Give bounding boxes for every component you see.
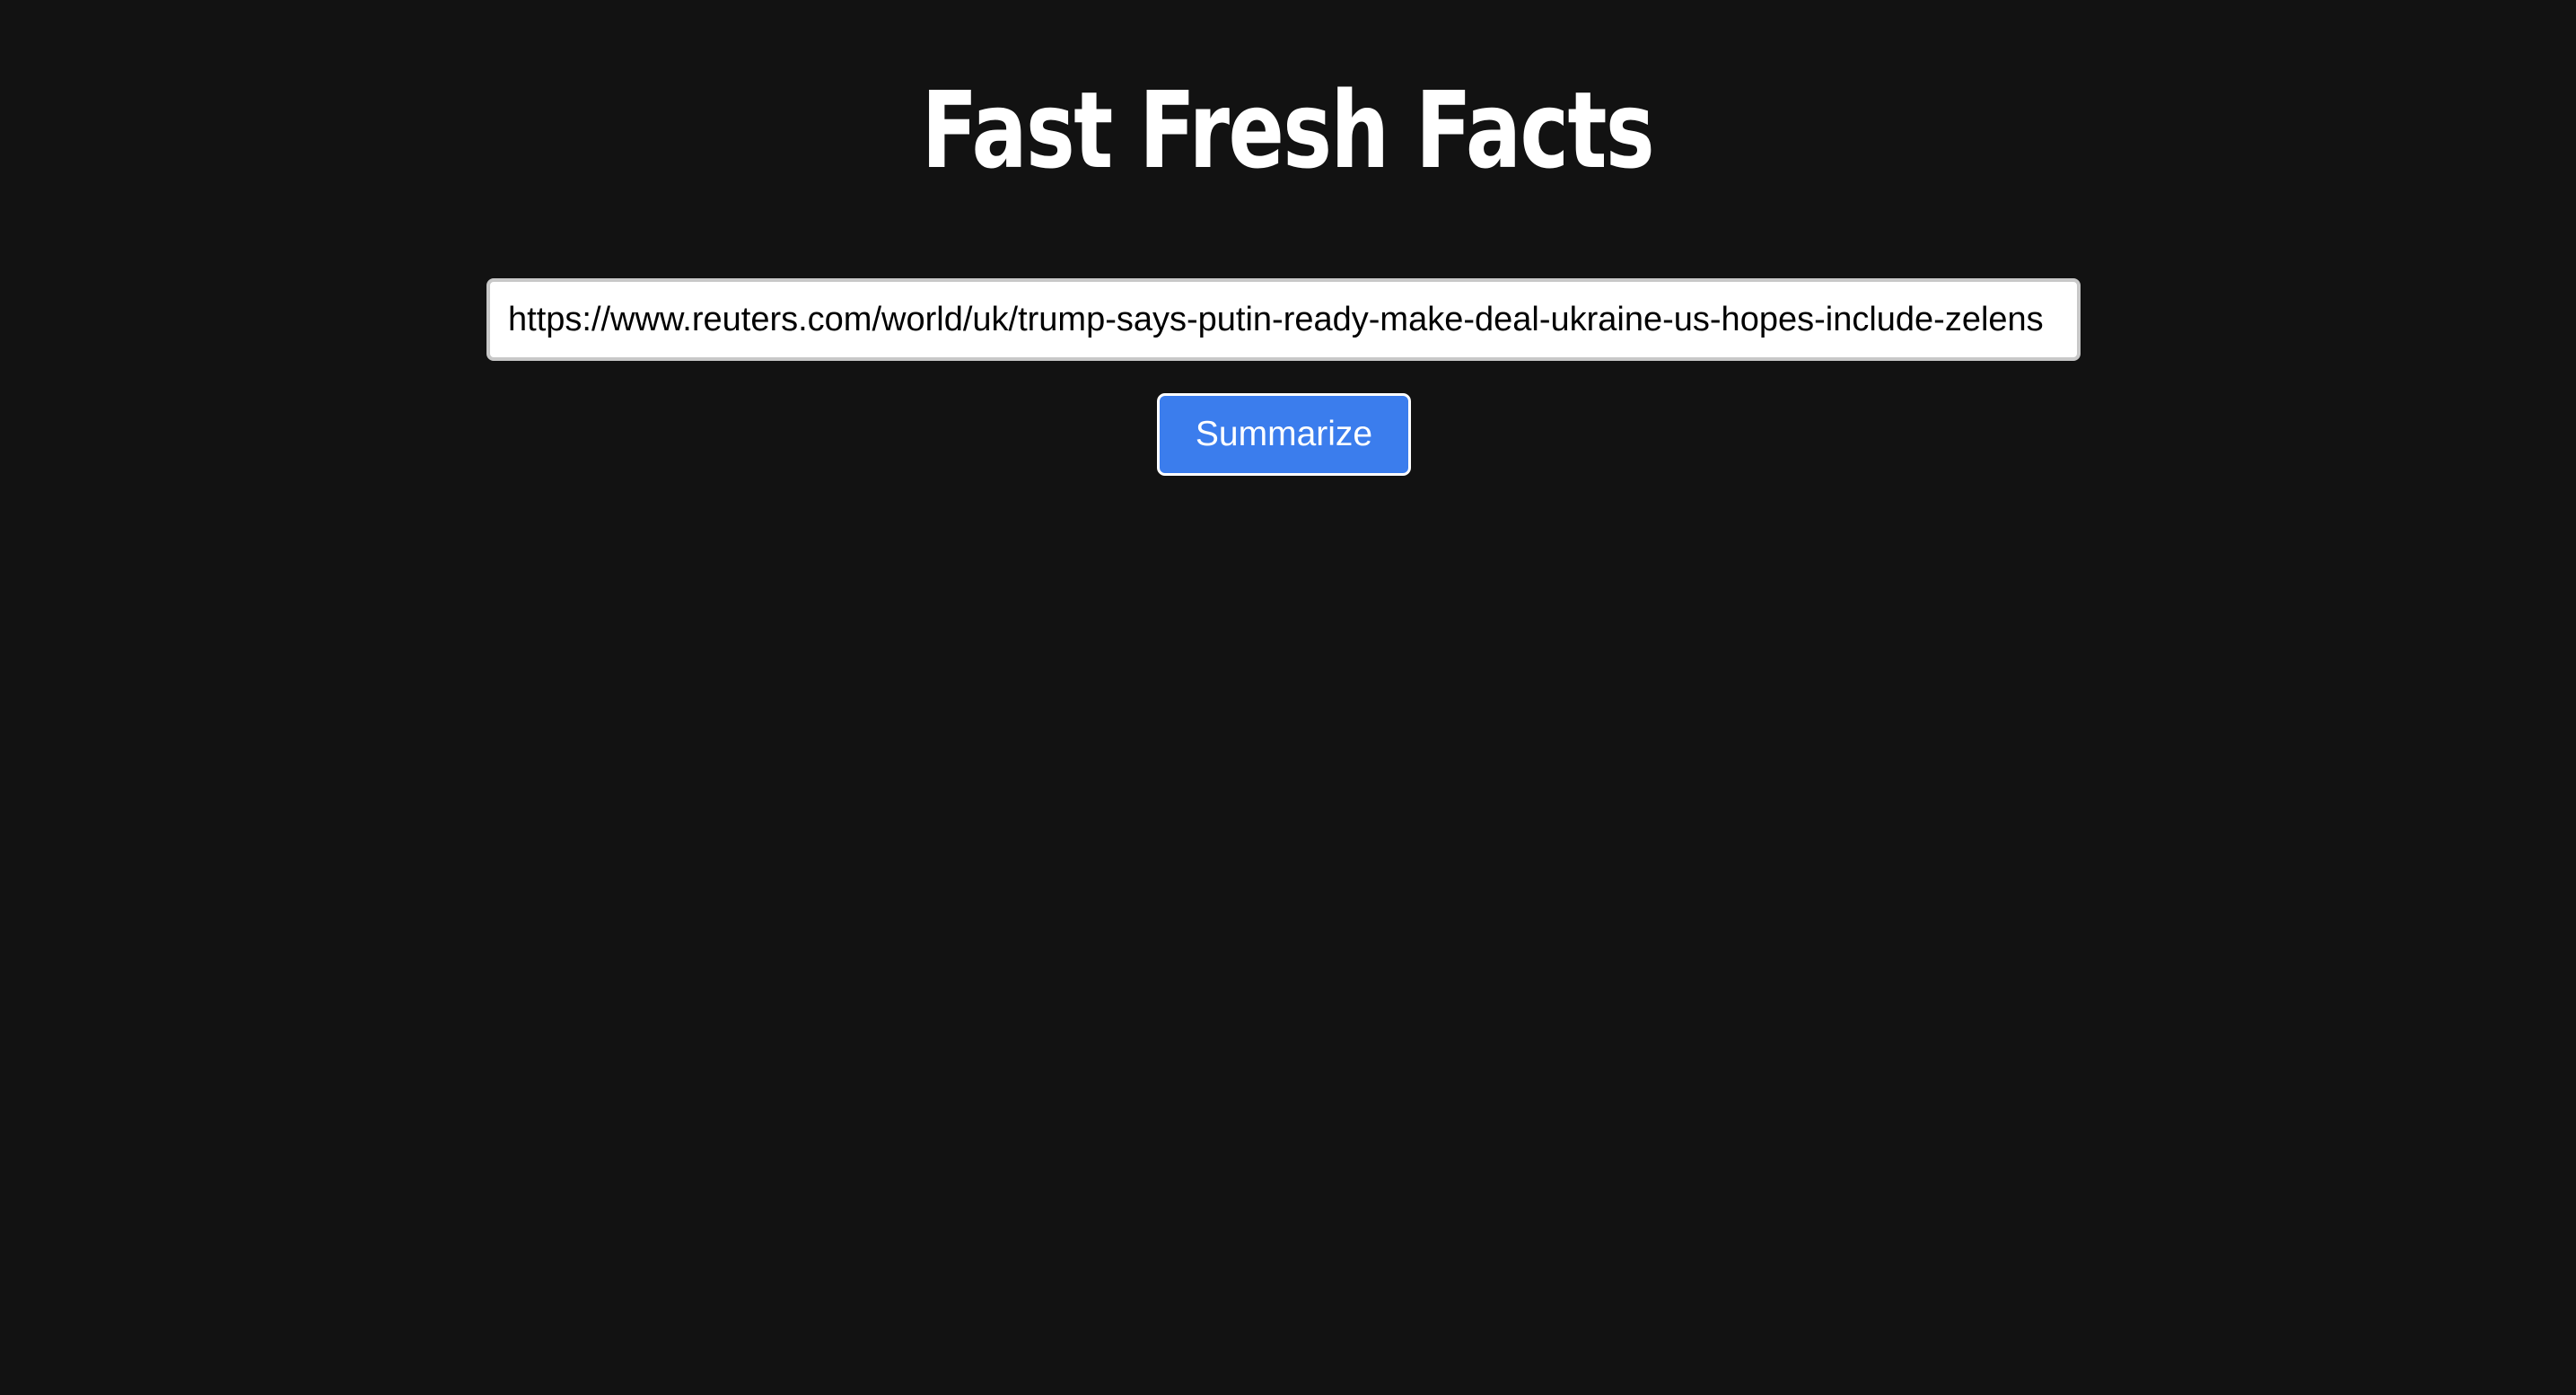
- summarize-button[interactable]: Summarize: [1157, 393, 1411, 476]
- page-title: Fast Fresh Facts: [921, 68, 1655, 192]
- app-page: Fast Fresh Facts Summarize: [0, 0, 2576, 1395]
- url-input[interactable]: [486, 278, 2081, 361]
